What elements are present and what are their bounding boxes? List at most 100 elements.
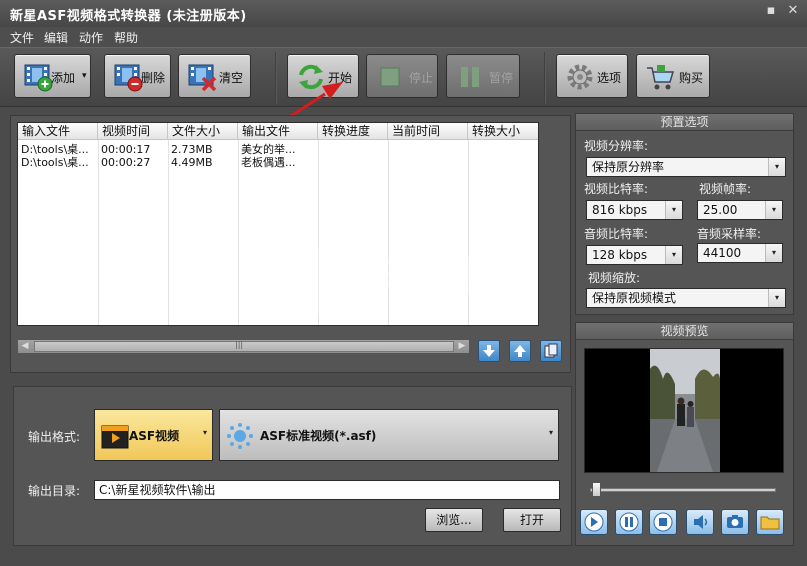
menu-file[interactable]: 文件	[10, 29, 34, 46]
col-input-file[interactable]: 输入文件	[18, 123, 98, 140]
clear-label: 清空	[219, 71, 244, 85]
pause-button[interactable]: 暂停	[446, 54, 520, 98]
resolution-select[interactable]: 保持原分辨率 ▾	[586, 157, 786, 177]
clear-button[interactable]: 清空	[178, 54, 251, 98]
copy-button[interactable]	[540, 340, 562, 362]
arrow-down-icon	[483, 345, 495, 357]
output-dir-input[interactable]: C:\新星视频软件\输出	[94, 480, 560, 500]
scroll-left-icon[interactable]: ◀	[19, 341, 31, 352]
stop-label: 停止	[409, 71, 434, 85]
pause-label: 暂停	[489, 71, 514, 85]
move-down-button[interactable]	[478, 340, 500, 362]
add-button[interactable]: 添加 ▾	[14, 54, 91, 98]
folder-icon	[760, 516, 780, 530]
menu-action[interactable]: 动作	[79, 29, 103, 46]
film-remove-icon	[114, 64, 143, 92]
film-clapper-icon	[101, 425, 129, 449]
cell-output-file: 老板偶遇...	[241, 156, 296, 169]
scroll-grip: |||	[235, 340, 244, 349]
col-progress[interactable]: 转换进度	[318, 123, 388, 140]
buy-label: 购买	[679, 71, 704, 85]
format-category-value: ASF视频	[129, 429, 180, 443]
pause-icon	[619, 512, 639, 532]
col-current-time[interactable]: 当前时间	[388, 123, 468, 140]
col-video-time[interactable]: 视频时间	[98, 123, 168, 140]
video-bitrate-value: 816 kbps	[592, 203, 648, 217]
toolbar-separator	[544, 52, 546, 104]
cell-file-size: 2.73MB	[171, 143, 213, 156]
buy-button[interactable]: 购买	[636, 54, 710, 98]
cell-video-time: 00:00:27	[101, 156, 151, 169]
start-label: 开始	[328, 71, 353, 85]
copy-icon	[544, 343, 558, 358]
options-label: 选项	[597, 71, 622, 85]
move-up-button[interactable]	[509, 340, 531, 362]
stop-icon	[380, 67, 400, 87]
col-convert-size[interactable]: 转换大小	[468, 123, 538, 140]
chevron-down-icon: ▾	[765, 201, 782, 219]
menu-bar: 文件 编辑 动作 帮助	[0, 27, 807, 47]
scale-label: 视频缩放:	[588, 271, 641, 285]
chevron-down-icon: ▾	[548, 428, 553, 437]
options-button[interactable]: 选项	[556, 54, 628, 98]
film-add-icon	[24, 64, 53, 92]
scale-value: 保持原视频模式	[592, 291, 677, 305]
window-title: 新星ASF视频格式转换器 (未注册版本)	[10, 9, 247, 24]
seek-slider-thumb[interactable]	[591, 482, 601, 497]
menu-edit[interactable]: 编辑	[44, 29, 68, 46]
play-button[interactable]	[580, 509, 608, 535]
shopping-cart-icon	[647, 65, 675, 90]
video-frame-image	[650, 349, 720, 472]
menu-help[interactable]: 帮助	[114, 29, 138, 46]
format-profile-select[interactable]: ASF标准视频(*.asf) ▾	[219, 409, 559, 461]
output-format-label: 输出格式:	[28, 430, 81, 444]
cell-input-file: D:\tools\桌...	[21, 143, 89, 156]
stop-icon	[653, 512, 673, 532]
chevron-down-icon: ▾	[202, 428, 207, 437]
samplerate-select[interactable]: 44100 ▾	[697, 243, 783, 263]
scroll-thumb[interactable]: |||	[34, 340, 454, 352]
film-clear-icon	[188, 64, 217, 92]
horizontal-scrollbar[interactable]: ◀ ||| ▶	[17, 339, 470, 354]
volume-button[interactable]	[686, 509, 714, 535]
col-output-file[interactable]: 输出文件	[238, 123, 318, 140]
resolution-label: 视频分辨率:	[584, 139, 649, 153]
scale-select[interactable]: 保持原视频模式 ▾	[586, 288, 786, 308]
start-button[interactable]: 开始	[287, 54, 359, 98]
add-label: 添加	[51, 71, 76, 85]
open-folder-button[interactable]	[756, 509, 784, 535]
cell-output-file: 美女的举...	[241, 143, 296, 156]
video-bitrate-label: 视频比特率:	[584, 182, 649, 196]
framerate-select[interactable]: 25.00 ▾	[697, 200, 783, 220]
delete-button[interactable]: 删除	[104, 54, 171, 98]
format-category-select[interactable]: ASF视频 ▾	[94, 409, 213, 461]
stop-button[interactable]: 停止	[366, 54, 438, 98]
pause-icon	[461, 67, 479, 87]
framerate-value: 25.00	[703, 203, 738, 217]
watermark-url: anxz.com	[372, 293, 454, 313]
audio-bitrate-label: 音频比特率:	[584, 227, 649, 241]
scroll-right-icon[interactable]: ▶	[456, 341, 468, 352]
browse-button[interactable]: 浏览...	[425, 508, 483, 532]
video-bitrate-select[interactable]: 816 kbps ▾	[586, 200, 683, 220]
open-button[interactable]: 打开	[503, 508, 561, 532]
chevron-down-icon: ▾	[768, 289, 785, 307]
col-file-size[interactable]: 文件大小	[168, 123, 238, 140]
preview-stop-button[interactable]	[649, 509, 677, 535]
add-dropdown-icon[interactable]: ▾	[82, 71, 87, 81]
audio-bitrate-select[interactable]: 128 kbps ▾	[586, 245, 683, 265]
preview-pause-button[interactable]	[615, 509, 643, 535]
video-preview	[584, 348, 784, 473]
cell-file-size: 4.49MB	[171, 156, 213, 169]
output-dir-label: 输出目录:	[28, 484, 81, 498]
close-button[interactable]: ✕	[784, 3, 802, 19]
snapshot-button[interactable]	[721, 509, 749, 535]
table-row[interactable]: D:\tools\桌... 00:00:27 4.49MB 老板偶遇...	[18, 156, 538, 169]
table-row[interactable]: D:\tools\桌... 00:00:17 2.73MB 美女的举...	[18, 143, 538, 156]
samplerate-label: 音频采样率:	[697, 227, 762, 241]
seek-slider-track[interactable]	[590, 488, 776, 492]
minimize-button[interactable]: ▪	[762, 3, 780, 19]
speaker-icon	[694, 515, 708, 529]
cell-input-file: D:\tools\桌...	[21, 156, 89, 169]
cell-video-time: 00:00:17	[101, 143, 151, 156]
